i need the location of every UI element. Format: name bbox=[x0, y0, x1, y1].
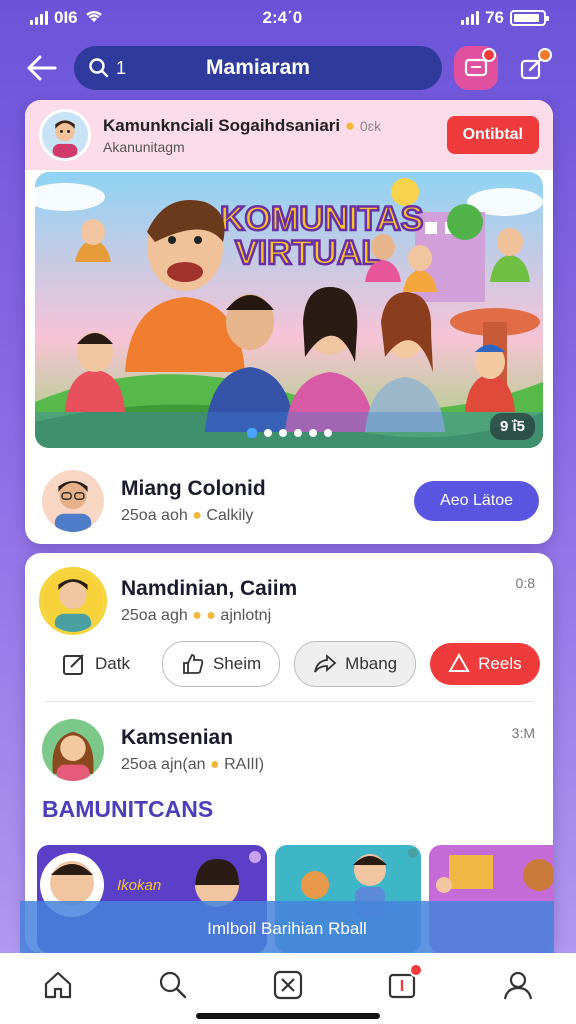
search-icon bbox=[159, 971, 186, 999]
search-icon bbox=[89, 58, 109, 78]
post-time: 0:8 bbox=[515, 575, 535, 591]
notification-badge bbox=[409, 963, 424, 977]
page-title: Mamiaram bbox=[206, 56, 310, 79]
dark-button[interactable]: Datk bbox=[39, 641, 148, 687]
share-label: Mbang bbox=[345, 654, 398, 673]
notification-dot bbox=[482, 48, 496, 62]
community-title: Kamunknciali Sogaihdsaniari bbox=[103, 115, 341, 135]
home-indicator bbox=[196, 1013, 380, 1019]
section-title: BAMUNITCANS bbox=[42, 796, 214, 822]
post-meta-tail: ajnlotnj bbox=[220, 607, 272, 624]
follow-button[interactable]: Ontibtal bbox=[446, 116, 539, 154]
author-meta-tail: Calkily bbox=[206, 507, 254, 524]
community-subtitle: Akanunitagm bbox=[103, 138, 185, 155]
author-name: Miang Colonid bbox=[121, 477, 266, 500]
tab-home[interactable] bbox=[34, 961, 82, 1009]
banner-headline-2: VIRTUAL bbox=[235, 234, 382, 272]
top-bar: 1 Mamiaram bbox=[0, 40, 576, 96]
emoji-icon: ● bbox=[344, 115, 356, 135]
avatar[interactable] bbox=[39, 716, 107, 784]
join-button[interactable]: Aeo Lätoe bbox=[414, 481, 539, 521]
carousel-dot[interactable] bbox=[323, 429, 332, 437]
carousel-dot[interactable] bbox=[308, 429, 317, 437]
network-label: 76 bbox=[485, 8, 504, 27]
share-button[interactable]: Mbang bbox=[294, 641, 417, 687]
emoji-icon: ● ● bbox=[192, 607, 216, 624]
like-label: Sheim bbox=[212, 654, 262, 673]
post-header: Kamsenian 25oa ajn(an ● RAIlI) bbox=[25, 715, 553, 785]
carousel-dot[interactable] bbox=[293, 429, 302, 437]
feed-card: Namdinian, Caiim 25oa agh ● ● ajnlotnj 0… bbox=[25, 553, 553, 953]
banner-headline-1: KOMUNITAS bbox=[220, 200, 423, 238]
card-header: Kamunknciali Sogaihdsaniari ● 0ɛk Akanun… bbox=[25, 100, 553, 170]
post-meta: 25oa agh bbox=[121, 607, 188, 624]
carousel-dot[interactable] bbox=[246, 428, 257, 438]
like-button[interactable]: Sheim bbox=[161, 641, 281, 687]
toast-banner[interactable]: Imlboil Barihian Rball bbox=[20, 901, 554, 957]
notification-dot bbox=[538, 48, 552, 62]
create-icon bbox=[273, 970, 303, 1000]
carousel-dot[interactable] bbox=[263, 429, 272, 437]
image-counter: 9 ΐ5 bbox=[489, 413, 535, 440]
toast-text: Imlboil Barihian Rball bbox=[207, 919, 367, 938]
reels-icon bbox=[448, 653, 470, 672]
post-time: 3:M bbox=[511, 725, 535, 741]
back-button[interactable] bbox=[22, 48, 62, 88]
messages-button[interactable] bbox=[454, 46, 498, 90]
emoji-icon: ● bbox=[209, 756, 220, 773]
carousel-dots[interactable] bbox=[35, 428, 543, 438]
carrier-label: 0Ι6 bbox=[54, 8, 78, 27]
tab-notifications[interactable] bbox=[379, 961, 427, 1009]
post-actions: Datk Sheim Mbang Reels bbox=[39, 641, 540, 687]
community-illustration: KOMUNITAS VIRTUAL bbox=[35, 172, 543, 448]
search-query: 1 bbox=[116, 57, 127, 78]
tab-search[interactable] bbox=[149, 961, 197, 1009]
avatar[interactable] bbox=[39, 567, 107, 635]
tab-create[interactable] bbox=[264, 961, 312, 1009]
post-author: Kamsenian bbox=[121, 726, 234, 749]
follow-label: Ontibtal bbox=[462, 126, 523, 143]
clock: 2:4΄0 bbox=[262, 8, 303, 27]
thumbs-up-icon bbox=[183, 654, 204, 674]
banner-image[interactable]: KOMUNITAS VIRTUAL 9 ΐ5 bbox=[35, 172, 543, 448]
emoji-icon: ● bbox=[192, 507, 202, 524]
signal-icon bbox=[30, 11, 48, 25]
signal-icon-right bbox=[461, 11, 480, 25]
search-bar[interactable]: 1 Mamiaram bbox=[74, 46, 442, 90]
battery-icon bbox=[510, 10, 549, 26]
arrow-left-icon bbox=[27, 55, 57, 81]
status-bar: 0Ι6 2:4΄0 76 bbox=[0, 0, 576, 36]
wifi-icon bbox=[84, 8, 104, 29]
community-meta: 0ɛk bbox=[359, 117, 382, 134]
post-meta: 25oa ajn(an bbox=[121, 756, 206, 773]
avatar[interactable] bbox=[39, 467, 107, 535]
reels-button[interactable]: Reels bbox=[430, 643, 540, 685]
edit-icon bbox=[63, 654, 84, 675]
thumbnail-label: Ikokan bbox=[117, 877, 161, 894]
divider bbox=[45, 701, 533, 702]
tab-profile[interactable] bbox=[494, 961, 542, 1009]
join-label: Aeo Lätoe bbox=[440, 492, 513, 509]
profile-icon bbox=[504, 971, 533, 1000]
dark-label: Datk bbox=[95, 654, 130, 673]
share-icon bbox=[314, 654, 337, 673]
home-icon bbox=[44, 971, 71, 999]
post-header: Namdinian, Caiim 25oa agh ● ● ajnlotnj bbox=[25, 565, 553, 637]
carousel-dot[interactable] bbox=[278, 429, 287, 437]
card-footer: Miang Colonid 25oa aoh ● Calkily Aeo Lät… bbox=[25, 458, 553, 544]
post-author: Namdinian, Caiim bbox=[121, 577, 298, 600]
featured-community-card: Kamunknciali Sogaihdsaniari ● 0ɛk Akanun… bbox=[25, 100, 553, 544]
post-meta-tail: RAIlI) bbox=[224, 756, 265, 773]
compose-button[interactable] bbox=[510, 46, 554, 90]
author-meta: 25oa aoh bbox=[121, 507, 188, 524]
avatar[interactable] bbox=[39, 109, 91, 161]
reels-label: Reels bbox=[478, 654, 522, 673]
